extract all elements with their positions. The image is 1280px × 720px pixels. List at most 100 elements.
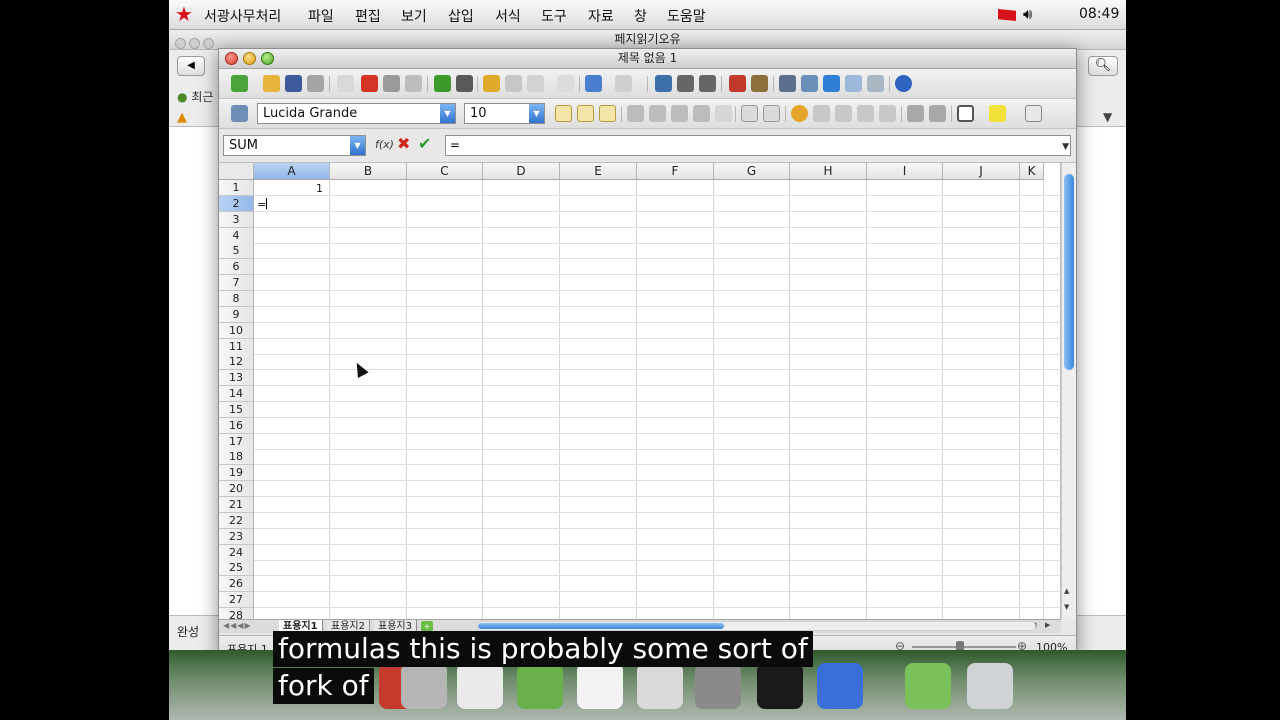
new-document-icon[interactable] (231, 75, 248, 92)
cancel-icon[interactable]: ✖ (397, 134, 410, 153)
dock-app-icon[interactable] (905, 663, 951, 709)
row-header-11[interactable]: 11 (219, 338, 254, 355)
row-header-3[interactable]: 3 (219, 211, 254, 228)
borders-icon[interactable] (957, 105, 974, 122)
row-header-16[interactable]: 16 (219, 417, 254, 434)
app-menu[interactable]: 서광사무처리 (204, 6, 281, 26)
row-header-8[interactable]: 8 (219, 290, 254, 307)
more-options-icon[interactable] (1025, 105, 1042, 122)
scroll-up-icon[interactable]: ▲ (1064, 587, 1069, 595)
paste-icon[interactable] (527, 75, 544, 92)
bold-icon[interactable] (555, 105, 572, 122)
row-header-7[interactable]: 7 (219, 275, 254, 292)
row-header-12[interactable]: 12 (219, 354, 254, 371)
decrease-indent-icon[interactable] (907, 105, 924, 122)
select-all-corner[interactable] (219, 163, 254, 180)
row-header-1[interactable]: 1 (219, 180, 254, 196)
cell-a2[interactable]: = (257, 198, 268, 211)
tools-icon[interactable] (695, 663, 741, 709)
name-box[interactable]: SUM ▼ (223, 135, 366, 156)
minimize-button[interactable] (189, 38, 200, 49)
row-header-21[interactable]: 21 (219, 497, 254, 513)
chevron-down-icon[interactable]: ▼ (529, 104, 544, 123)
menu-window[interactable]: 창 (634, 6, 647, 26)
standard-format-icon[interactable] (835, 105, 852, 122)
open-icon[interactable] (263, 75, 280, 92)
row-header-14[interactable]: 14 (219, 386, 254, 403)
bookmark-item[interactable]: ● 최근 (177, 88, 213, 105)
row-header-17[interactable]: 17 (219, 433, 254, 450)
minimize-button[interactable] (243, 52, 256, 65)
column-header-e[interactable]: E (560, 163, 637, 180)
row-header-15[interactable]: 15 (219, 401, 254, 418)
underline-icon[interactable] (599, 105, 616, 122)
column-header-a[interactable]: A (254, 163, 330, 180)
terminal-icon[interactable] (757, 663, 803, 709)
dock-app-icon[interactable] (517, 663, 563, 709)
scroll-down-icon[interactable]: ▼ (1064, 603, 1069, 611)
chevron-down-icon[interactable]: ▼ (1062, 138, 1069, 157)
spreadsheet-grid[interactable]: ABCDEFGHIJK 1 2 3 4 5 6 7 8 9 10 11 12 13 14 15 16 17 18 1… (219, 163, 1061, 624)
zoom-button[interactable] (203, 38, 214, 49)
close-button[interactable] (175, 38, 186, 49)
align-right-icon[interactable] (671, 105, 688, 122)
print-preview-icon[interactable] (405, 75, 422, 92)
row-header-22[interactable]: 22 (219, 512, 254, 529)
align-center-icon[interactable] (649, 105, 666, 122)
row-header-20[interactable]: 20 (219, 481, 254, 498)
column-header-g[interactable]: G (714, 163, 790, 180)
column-header-j[interactable]: J (943, 163, 1020, 180)
accept-icon[interactable]: ✔ (418, 134, 431, 153)
row-header-25[interactable]: 25 (219, 560, 254, 577)
tab-navigation[interactable]: ◀◀◀▶ (223, 621, 252, 630)
function-wizard-icon[interactable]: f(x) (375, 138, 394, 151)
column-header-d[interactable]: D (483, 163, 560, 180)
zoom-icon[interactable] (867, 75, 884, 92)
column-header-f[interactable]: F (637, 163, 714, 180)
row-header-2[interactable]: 2 (219, 195, 254, 212)
row-header-23[interactable]: 23 (219, 528, 254, 545)
wrap-text-icon[interactable] (741, 105, 758, 122)
formula-input[interactable]: = ▼ (445, 135, 1071, 156)
close-button[interactable] (225, 52, 238, 65)
row-header-13[interactable]: 13 (219, 370, 254, 387)
cell-a1[interactable]: 1 (313, 182, 323, 195)
row-header-19[interactable]: 19 (219, 465, 254, 482)
edit-file-icon[interactable] (337, 75, 354, 92)
row-header-9[interactable]: 9 (219, 306, 254, 323)
spellcheck-icon[interactable] (434, 75, 451, 92)
menu-help[interactable]: 도움말 (667, 6, 706, 26)
dock-app-icon[interactable] (577, 663, 623, 709)
flag-icon[interactable] (998, 9, 1016, 21)
menu-edit[interactable]: 편집 (355, 6, 381, 26)
row-header-26[interactable]: 26 (219, 576, 254, 593)
increase-indent-icon[interactable] (929, 105, 946, 122)
dock-app-icon[interactable] (401, 663, 447, 709)
navigator-icon[interactable] (823, 75, 840, 92)
menu-format[interactable]: 서식 (495, 6, 521, 26)
redo-icon[interactable] (615, 75, 632, 92)
clock[interactable]: 08:49 (1079, 6, 1119, 22)
column-header-i[interactable]: I (867, 163, 943, 180)
horizontal-scrollbar[interactable] (476, 621, 1036, 631)
star-icon[interactable]: ★ (175, 3, 193, 25)
hyperlink-icon[interactable] (655, 75, 672, 92)
menu-data[interactable]: 자료 (588, 6, 614, 26)
print-icon[interactable] (383, 75, 400, 92)
scroll-right-icon[interactable]: ▶ (1045, 621, 1050, 629)
zoom-button[interactable] (261, 52, 274, 65)
add-decimal-icon[interactable] (857, 105, 874, 122)
row-header-27[interactable]: 27 (219, 592, 254, 609)
help-icon[interactable] (895, 75, 912, 92)
autospell-icon[interactable] (456, 75, 473, 92)
percent-icon[interactable] (813, 105, 830, 122)
clone-format-icon[interactable] (557, 75, 574, 92)
styles-icon[interactable] (231, 105, 248, 122)
save-icon[interactable] (285, 75, 302, 92)
chevron-down-icon[interactable]: ▼ (440, 104, 455, 123)
email-icon[interactable] (307, 75, 324, 92)
menu-tools[interactable]: 도구 (541, 6, 567, 26)
pivot-table-icon[interactable] (751, 75, 768, 92)
find-replace-icon[interactable] (801, 75, 818, 92)
font-size-select[interactable]: 10 ▼ (464, 103, 545, 124)
